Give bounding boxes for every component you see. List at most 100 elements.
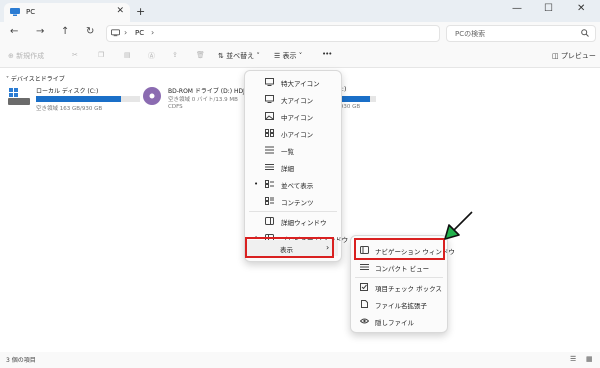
image-icon	[265, 112, 274, 120]
drive-d[interactable]: BD-ROM ドライブ (D:) HDJASU 空き領域 0 バイト/13.9 …	[142, 86, 257, 116]
details-pane-icon	[265, 217, 274, 225]
menu-item-label: 一覧	[281, 148, 294, 156]
menu-item-large-icons[interactable]: 大アイコン	[245, 91, 341, 107]
breadcrumb-separator: ›	[151, 28, 155, 37]
menu-item-label: 詳細	[281, 165, 294, 173]
menu-item-label: 小アイコン	[281, 131, 314, 139]
drive-c-usage-fill	[36, 96, 122, 102]
address-row: ← → ↑ ↻ › PC › PCの検索	[0, 22, 600, 43]
hard-drive-icon	[8, 88, 30, 105]
preview-label: プレビュー	[560, 52, 596, 60]
tab-pc[interactable]: PC ✕	[4, 3, 130, 22]
menu-item-label: 大アイコン	[281, 97, 314, 105]
tiles-icon	[265, 180, 274, 188]
section-header[interactable]: ˅ デバイスとドライブ	[6, 74, 65, 83]
share-icon[interactable]: ⇪	[172, 51, 178, 59]
submenu-item-label: ファイル名拡張子	[375, 302, 427, 310]
window-close-button[interactable]: ✕	[577, 3, 585, 14]
drive-k-usage-fill	[338, 96, 371, 102]
item-count: 3 個の項目	[6, 357, 36, 364]
drive-c-usage-bar	[36, 96, 140, 102]
submenu-item-label: 項目チェック ボックス	[375, 285, 442, 293]
menu-item-label: 並べて表示	[281, 182, 314, 190]
highlight-show-item	[245, 237, 334, 258]
cut-icon[interactable]: ✂	[72, 51, 78, 59]
view-button[interactable]: ☰ 表示 ˅	[274, 51, 302, 61]
menu-item-label: 特大アイコン	[281, 80, 320, 88]
menu-item-small-icons[interactable]: 小アイコン	[245, 125, 341, 141]
new-button[interactable]: ⊕ 新規作成	[8, 51, 44, 61]
file-icon	[361, 300, 368, 308]
pc-icon	[111, 29, 120, 37]
view-label: 表示	[282, 52, 297, 60]
delete-icon[interactable]: 🗑	[196, 51, 205, 59]
drive-c-space: 空き領域 163 GB/930 GB	[36, 106, 103, 112]
drive-k-usage-bar	[338, 96, 376, 102]
section-label: デバイスとドライブ	[10, 76, 65, 83]
selected-bullet: •	[254, 180, 259, 188]
details-view-icon[interactable]: ☰	[570, 355, 576, 363]
checkbox-icon	[360, 283, 368, 291]
sort-label: 並べ替え	[226, 52, 255, 60]
compact-icon	[360, 264, 369, 270]
pc-icon	[10, 8, 20, 16]
view-menu: 特大アイコン 大アイコン 中アイコン 小アイコン 一覧 詳細 • 並べて表示 コ…	[244, 70, 348, 262]
tab-label: PC	[26, 8, 36, 16]
submenu-item-label: コンパクト ビュー	[375, 265, 430, 273]
rename-icon[interactable]: Ⓐ	[148, 51, 155, 61]
up-arrow-icon[interactable]: ↑	[61, 26, 69, 37]
new-tab-button[interactable]: +	[136, 5, 145, 18]
back-arrow-icon[interactable]: ←	[10, 26, 18, 37]
breadcrumb-pc[interactable]: PC	[135, 29, 144, 37]
details-icon	[265, 164, 274, 170]
maximize-button[interactable]: ☐	[544, 3, 553, 14]
drive-c-name: ローカル ディスク (C:)	[36, 88, 99, 95]
menu-item-extra-large-icons[interactable]: 特大アイコン	[245, 74, 341, 90]
eye-icon	[360, 318, 369, 324]
breadcrumb-separator: ›	[124, 28, 128, 37]
refresh-icon[interactable]: ↻	[86, 26, 94, 37]
forward-arrow-icon[interactable]: →	[36, 26, 44, 37]
bd-disc-icon	[143, 87, 161, 105]
submenu-item-compact-view[interactable]: コンパクト ビュー	[351, 259, 447, 275]
close-icon[interactable]: ✕	[116, 6, 124, 16]
copy-icon[interactable]: ❐	[98, 51, 104, 59]
menu-item-details-pane[interactable]: 詳細ウィンドウ	[245, 213, 341, 229]
search-placeholder: PCの検索	[455, 30, 486, 38]
menu-divider	[355, 277, 443, 278]
title-bar: PC ✕ + — ☐ ✕	[0, 0, 600, 22]
menu-divider	[249, 211, 337, 212]
menu-item-tiles[interactable]: • 並べて表示	[245, 176, 341, 192]
menu-item-content[interactable]: コンテンツ	[245, 193, 341, 209]
file-explorer-window: PC ✕ + — ☐ ✕ ← → ↑ ↻ › PC › PCの検索 ⊕ 新規作成	[0, 0, 600, 368]
content-icon	[265, 197, 274, 205]
menu-item-medium-icons[interactable]: 中アイコン	[245, 108, 341, 124]
green-arrow-icon	[444, 211, 473, 240]
monitor-icon	[265, 78, 274, 86]
preview-button[interactable]: ◫ プレビュー	[552, 51, 596, 61]
menu-item-details[interactable]: 詳細	[245, 159, 341, 175]
highlight-navigation-pane	[354, 238, 445, 260]
minimize-button[interactable]: —	[512, 3, 522, 14]
sort-button[interactable]: ⇅ 並べ替え ˅	[218, 51, 260, 61]
menu-item-label: 詳細ウィンドウ	[281, 219, 327, 227]
drive-d-space: 空き領域 0 バイト/13.9 MB	[168, 97, 238, 103]
address-field[interactable]: › PC ›	[106, 25, 440, 42]
menu-item-list[interactable]: 一覧	[245, 142, 341, 158]
command-bar: ⊕ 新規作成 ✂ ❐ ▤ Ⓐ ⇪ 🗑 ⇅ 並べ替え ˅ ☰ 表示 ˅ ••• ◫…	[0, 45, 600, 68]
monitor-icon	[265, 95, 274, 103]
status-bar: 3 個の項目 ☰ ▦	[0, 352, 600, 368]
drive-c[interactable]: ローカル ディスク (C:) 空き領域 163 GB/930 GB	[8, 86, 158, 112]
new-label: 新規作成	[16, 52, 45, 60]
submenu-item-label: 隠しファイル	[375, 319, 414, 327]
more-options-button[interactable]: •••	[322, 50, 332, 58]
submenu-item-checkboxes[interactable]: 項目チェック ボックス	[351, 279, 447, 295]
tiles-view-icon[interactable]: ▦	[586, 355, 593, 363]
submenu-item-file-extensions[interactable]: ファイル名拡張子	[351, 296, 447, 312]
submenu-item-hidden-files[interactable]: 隠しファイル	[351, 313, 447, 329]
list-icon	[265, 146, 274, 154]
search-input[interactable]: PCの検索	[446, 25, 596, 42]
drive-k[interactable]: K:) /930 GB	[338, 86, 398, 112]
drive-d-filesystem: CDFS	[168, 104, 183, 110]
paste-icon[interactable]: ▤	[124, 51, 131, 59]
